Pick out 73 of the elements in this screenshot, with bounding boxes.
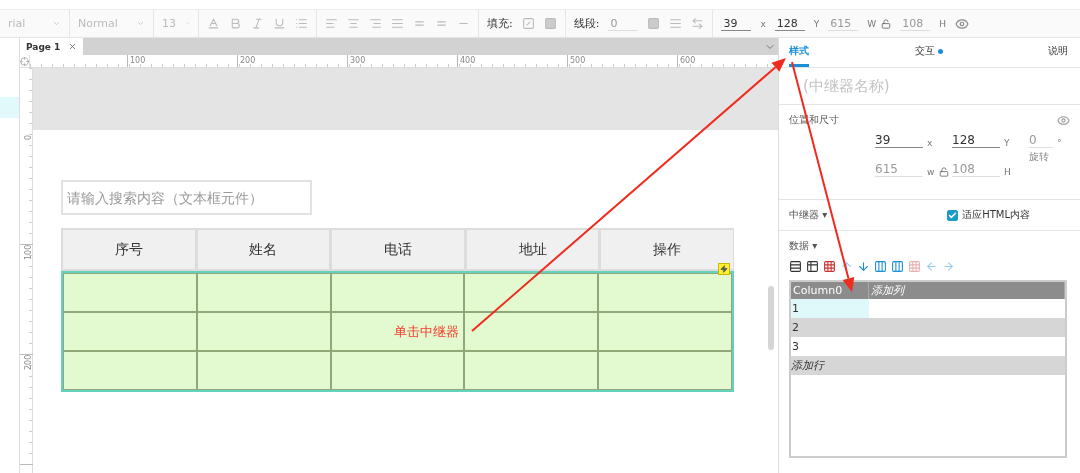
fill-color-icon[interactable] [543,17,557,30]
add-row-cell[interactable]: 添加行 [791,356,1065,375]
inspector-tab[interactable]: 说明 [1048,38,1068,67]
repeater-body[interactable]: 单击中继器 [61,271,734,392]
checkbox[interactable] [947,209,959,221]
position-field[interactable]: 128 [952,133,1000,148]
unit-label: x [760,18,766,29]
page-tab[interactable]: Page 1 [20,38,84,55]
ruler-label: 400 [457,55,567,67]
arrow-style-icon[interactable] [691,17,705,30]
search-field[interactable]: 请输入搜索内容（文本框元件） [61,180,312,215]
checkbox-label: 适应HTML内容 [962,208,1030,222]
italic-icon[interactable] [251,17,264,30]
close-icon[interactable] [68,42,78,51]
annotation-text: 单击中继器 [394,322,460,341]
geometry-field[interactable]: 39 [721,16,752,31]
section-title[interactable]: 中继器 ▾ [789,208,828,222]
underline-icon[interactable] [273,17,286,30]
unit-label: W [867,18,892,29]
append-row-icon[interactable] [806,260,819,273]
ruler-label: 200 [20,355,33,465]
column-left-icon[interactable] [874,260,887,273]
align-center-icon[interactable] [347,17,360,30]
column-header: 地址 [464,228,600,271]
unit-label: Y [813,18,820,29]
ruler-label: 300 [347,55,457,67]
visibility-icon[interactable] [954,16,969,31]
selected-row-highlight [0,97,19,118]
status-dot [937,48,943,54]
align-right-icon[interactable] [369,17,382,30]
ruler-label: 0 [20,135,33,245]
align-left-icon[interactable] [325,17,338,30]
insert-row-icon[interactable] [789,260,802,273]
stroke-label: 线段: [573,16,600,31]
fill-label: 填充: [487,16,513,31]
ruler-label: 100 [20,245,33,355]
justify-icon[interactable] [391,17,404,30]
geometry-field[interactable]: 128 [774,16,805,31]
column-right-icon[interactable] [891,260,904,273]
position-field[interactable]: 39 [875,133,923,148]
column-header: 电话 [330,228,465,271]
lightning-badge [718,263,730,275]
list-icon[interactable] [295,17,308,30]
section-title[interactable]: 数据 ▾ [789,239,1070,253]
column-header: 姓名 [195,228,331,271]
ruler-label: 100 [127,55,237,67]
stroke-color-icon[interactable] [647,17,661,30]
font-color-icon[interactable] [207,17,220,30]
unit-label: ° [1057,138,1062,148]
no-fill-icon[interactable] [521,17,535,30]
column-header: 操作 [599,228,734,271]
inspector-tab[interactable]: 交互 [914,38,943,67]
ruler-label: 200 [237,55,347,67]
unit-label: Y [1004,138,1010,148]
column-header: 序号 [61,228,196,271]
crosshair-icon [20,56,29,66]
delete-grid-icon[interactable] [823,260,836,273]
grid-cell[interactable]: 3 [791,337,869,356]
visibility-icon[interactable] [1057,113,1070,127]
field-caption: 旋转 [1029,150,1049,164]
dash-style-icon[interactable] [669,17,683,30]
unit-label: x [927,138,933,148]
arrow-left-icon[interactable] [925,260,938,273]
arrow-right-icon[interactable] [942,260,955,273]
scrollbar-thumb[interactable] [768,286,774,350]
ruler-label: 500 [567,55,677,67]
arrow-down-icon[interactable] [857,260,870,273]
bold-icon[interactable] [229,17,242,30]
grid-cell[interactable]: 1 [791,299,869,318]
unit-label: w [927,167,950,177]
unit-label: H [939,18,946,29]
delete-column-icon[interactable] [908,260,921,273]
unit-label: H [1004,167,1011,177]
